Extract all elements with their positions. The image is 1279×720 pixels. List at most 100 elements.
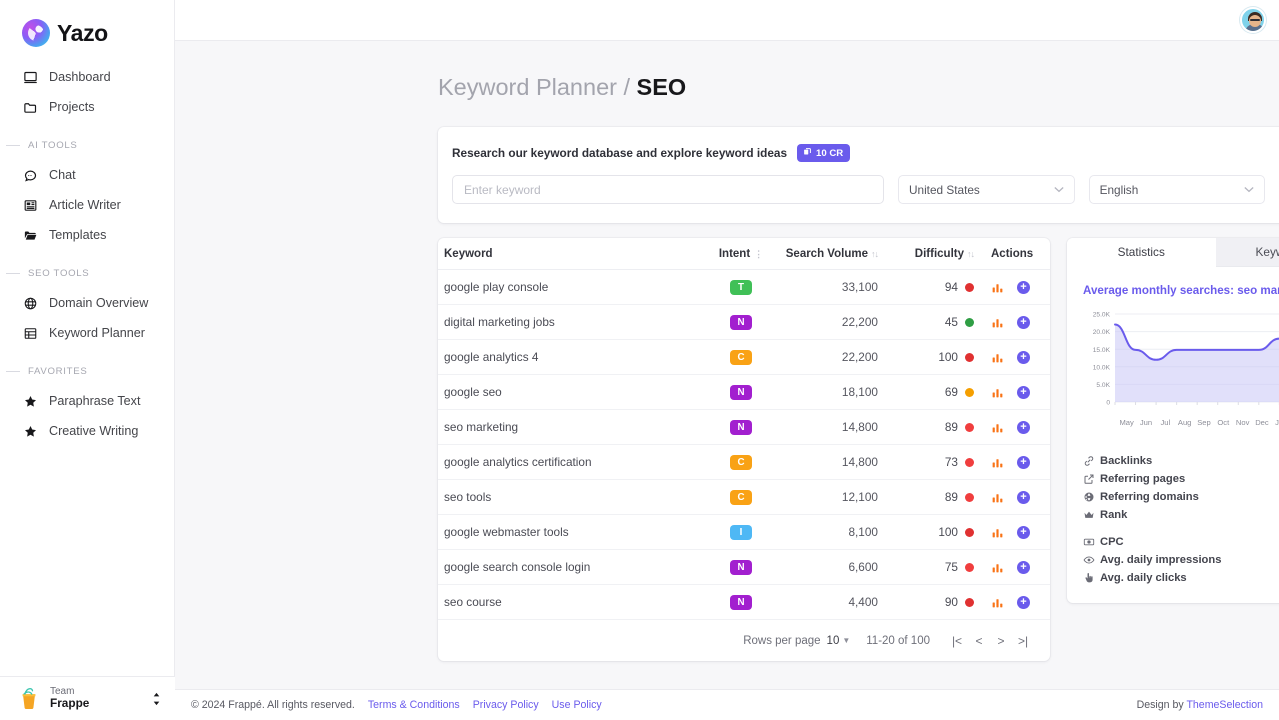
language-select[interactable]: English [1088,175,1266,204]
first-page-button[interactable]: |< [946,634,968,648]
cell-intent: N [710,304,772,340]
sort-arrows-icon[interactable]: ↑↓ [967,249,975,259]
sidebar-item-label: Templates [49,228,107,242]
team-switcher[interactable]: Team Frappe [0,676,175,720]
tab-keywords[interactable]: Keywords 14 [1215,238,1279,267]
search-card: Research our keyword database and explor… [438,127,1279,223]
footer-link-privacy[interactable]: Privacy Policy [473,699,539,711]
sidebar-item-article-writer[interactable]: Article Writer [0,190,174,220]
cell-keyword: google webmaster tools [438,514,710,550]
table-row[interactable]: google analytics certification C 14,800 73 + [438,444,1050,480]
tab-statistics[interactable]: Statistics [1067,238,1216,267]
brand-logo[interactable]: Yazo [0,0,174,52]
metrics-list: Backlinks19,616Referring pages19,008Refe… [1083,452,1279,587]
table-row[interactable]: google analytics 4 C 22,200 100 + [438,339,1050,375]
sidebar-item-dashboard[interactable]: Dashboard [0,62,174,92]
view-chart-icon[interactable] [991,386,1004,399]
add-keyword-icon[interactable]: + [1017,455,1030,469]
topbar [175,0,1279,41]
cell-intent: I [710,514,772,550]
sidebar-nav: Dashboard Projects AI TOOLS Chat Article… [0,52,174,446]
col-difficulty[interactable]: Difficulty ↑↓ [878,238,975,270]
add-keyword-icon[interactable]: + [1017,595,1030,609]
chevron-up-down-icon [152,692,161,706]
chart-x-label: Jan [1275,418,1279,427]
svg-text:15.0K: 15.0K [1093,347,1111,354]
difficulty-value: 75 [944,560,958,574]
add-keyword-icon[interactable]: + [1017,490,1030,504]
footer-link-use-policy[interactable]: Use Policy [552,699,602,711]
add-keyword-icon[interactable]: + [1017,560,1030,574]
intent-badge: C [730,490,752,505]
sidebar-item-projects[interactable]: Projects [0,92,174,122]
sort-arrows-icon[interactable]: ↑↓ [871,249,879,259]
add-keyword-icon[interactable]: + [1017,315,1030,329]
table-row[interactable]: google webmaster tools I 8,100 100 + [438,514,1050,550]
country-select[interactable]: United States [897,175,1075,204]
globe-icon [1083,491,1100,503]
col-search-volume[interactable]: Search Volume ↑↓ [772,238,879,270]
difficulty-value: 73 [944,455,958,469]
table-row[interactable]: seo tools C 12,100 89 + [438,479,1050,515]
cell-keyword: seo marketing [438,409,710,445]
table-row[interactable]: google seo N 18,100 69 + [438,374,1050,410]
cell-keyword: seo course [438,584,710,620]
section-rule [6,273,20,274]
sidebar-item-paraphrase-text[interactable]: Paraphrase Text [0,386,174,416]
view-chart-icon[interactable] [991,526,1004,539]
view-chart-icon[interactable] [991,561,1004,574]
difficulty-dot [965,492,974,502]
table-row[interactable]: seo course N 4,400 90 + [438,584,1050,620]
sidebar-item-keyword-planner[interactable]: Keyword Planner [0,318,174,348]
chart-x-label: Nov [1235,418,1250,427]
filter-dots-icon[interactable]: ⋮ [754,249,763,259]
col-keyword[interactable]: Keyword [438,238,710,270]
search-input[interactable] [452,175,884,204]
view-chart-icon[interactable] [991,351,1004,364]
pagination-range: 11-20 of 100 [866,634,930,647]
svg-text:20.0K: 20.0K [1093,329,1111,336]
sidebar-item-creative-writing[interactable]: Creative Writing [0,416,174,446]
cell-intent: C [710,339,772,375]
folder-open-icon [22,227,38,243]
cell-actions: + [974,514,1050,550]
view-chart-icon[interactable] [991,491,1004,504]
prev-page-button[interactable]: < [968,634,990,648]
chevron-down-icon[interactable]: ▼ [842,636,850,645]
view-chart-icon[interactable] [991,421,1004,434]
metric-row: Backlinks19,616 [1083,452,1279,470]
keyword-table-head: Keyword Intent ⋮ Search Volume ↑↓ Difficul… [438,238,1050,270]
sidebar-section-ai-tools: AI TOOLS [0,140,174,151]
search-card-header: Research our keyword database and explor… [452,144,1279,162]
sidebar-item-templates[interactable]: Templates [0,220,174,250]
rows-per-page-select[interactable]: 10 [827,635,840,647]
search-row: United States English Search [452,175,1279,204]
sidebar-item-domain-overview[interactable]: Domain Overview [0,288,174,318]
table-pagination: Rows per page 10 ▼ 11-20 of 100 |< < > >… [438,620,1050,661]
footer-credit-link[interactable]: ThemeSelection [1186,699,1263,711]
view-chart-icon[interactable] [991,281,1004,294]
last-page-button[interactable]: >| [1012,634,1034,648]
table-row[interactable]: digital marketing jobs N 22,200 45 + [438,304,1050,340]
table-row[interactable]: google play console T 33,100 94 + [438,269,1050,305]
add-keyword-icon[interactable]: + [1017,280,1030,294]
difficulty-dot [965,457,974,467]
avatar[interactable] [1240,7,1266,33]
sidebar-item-chat[interactable]: Chat [0,160,174,190]
table-row[interactable]: google search console login N 6,600 75 + [438,549,1050,585]
cell-difficulty: 69 [878,374,974,410]
add-keyword-icon[interactable]: + [1017,385,1030,399]
chart-svg: 25.0K 20.0K 15.0K 10.0K 5.0K 0 [1093,312,1279,407]
add-keyword-icon[interactable]: + [1017,525,1030,539]
view-chart-icon[interactable] [991,596,1004,609]
footer-link-terms[interactable]: Terms & Conditions [368,699,460,711]
table-row[interactable]: seo marketing N 14,800 89 + [438,409,1050,445]
col-intent[interactable]: Intent ⋮ [710,238,772,270]
chart-x-label: Aug [1177,418,1192,427]
credits-badge: 10 CR [797,144,851,162]
next-page-button[interactable]: > [990,634,1012,648]
view-chart-icon[interactable] [991,316,1004,329]
add-keyword-icon[interactable]: + [1017,350,1030,364]
view-chart-icon[interactable] [991,456,1004,469]
add-keyword-icon[interactable]: + [1017,420,1030,434]
